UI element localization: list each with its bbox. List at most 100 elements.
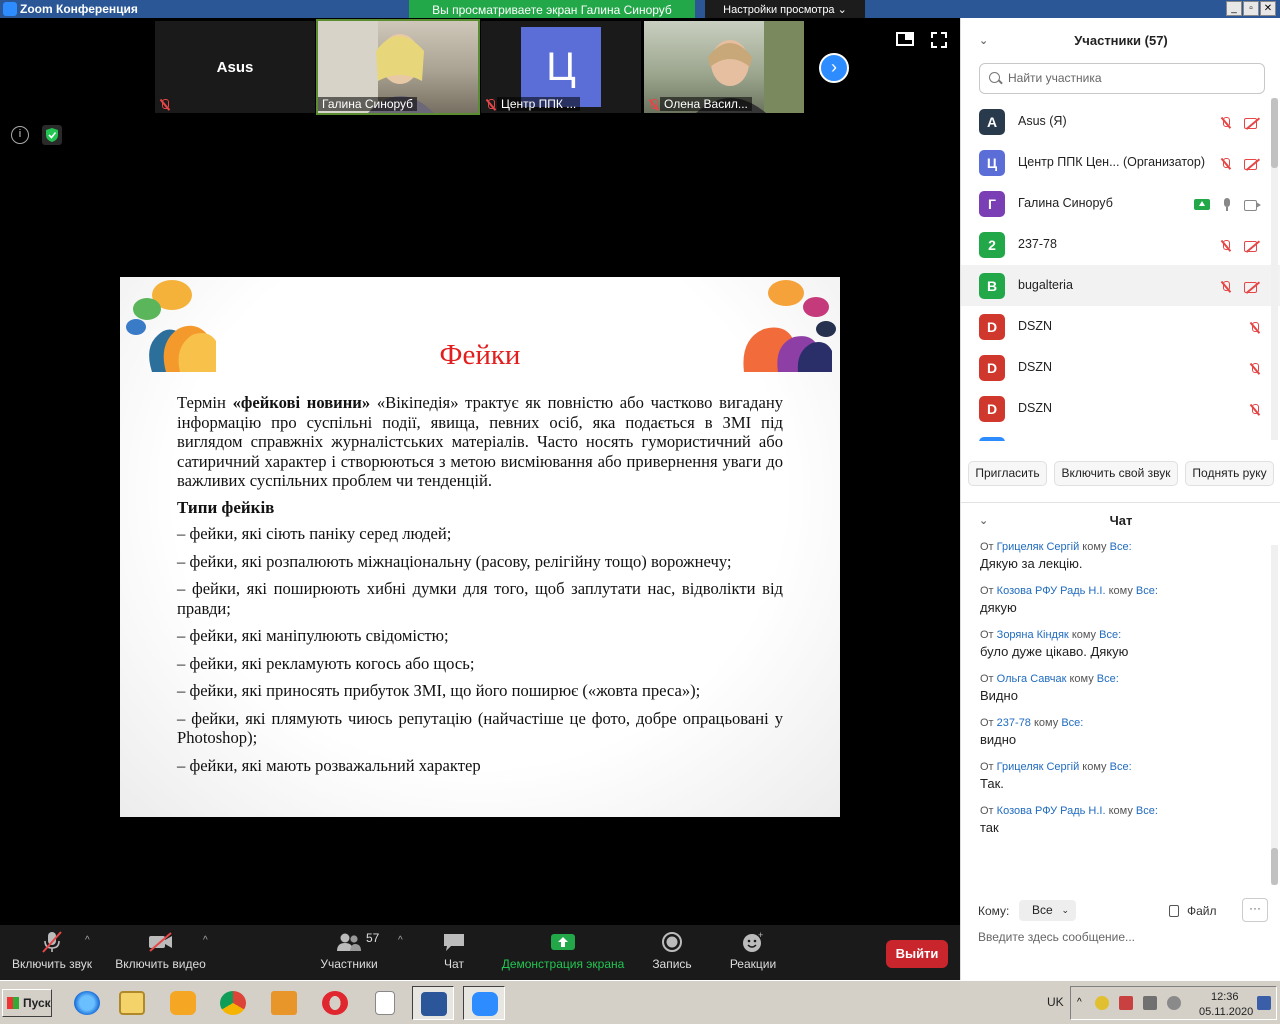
participant-row[interactable]: Ц Центр ППК Цен... (Организатор) — [961, 142, 1280, 183]
muted-mic-icon — [1249, 403, 1261, 416]
sender-name[interactable]: Козова РФУ Радь Н.І. — [997, 805, 1106, 817]
recipient-select[interactable]: Все ⌄ — [1019, 900, 1076, 921]
participant-row[interactable]: D DSZN — [961, 388, 1280, 429]
recipient-name[interactable]: Все: — [1136, 805, 1158, 817]
share-screen-button[interactable]: Демонстрация экрана — [500, 931, 626, 971]
recipient-name[interactable]: Все: — [1097, 673, 1119, 685]
collapse-chevron-icon[interactable]: ⌄ — [979, 507, 988, 535]
recipient-name[interactable]: Все: — [1061, 717, 1083, 729]
sender-name[interactable]: Грицеляк Сергій — [997, 541, 1080, 553]
sender-name[interactable]: Ольга Савчак — [997, 673, 1067, 685]
participant-row[interactable]: Г Галина Синоруб — [961, 183, 1280, 224]
tray-monitor-icon[interactable] — [1257, 996, 1271, 1010]
close-button[interactable]: ✕ — [1260, 1, 1276, 16]
participant-row[interactable]: D DSZN — [961, 347, 1280, 388]
to-word: кому — [1108, 585, 1133, 597]
language-indicator[interactable]: UK — [1047, 995, 1064, 1009]
from-word: От — [980, 673, 994, 685]
media-player-icon[interactable] — [162, 986, 204, 1020]
participant-name: 237-78 — [1018, 237, 1057, 251]
audio-options-caret-icon[interactable]: ^ — [85, 935, 90, 946]
sender-name[interactable]: Грицеляк Сергій — [997, 761, 1080, 773]
slide-title: Фейки — [439, 339, 521, 371]
network-icon[interactable] — [1119, 996, 1133, 1010]
list-item: – фейки, які рекламують когось або щось; — [177, 653, 475, 673]
blank-document-icon[interactable] — [364, 986, 406, 1020]
record-button[interactable]: Запись — [650, 931, 694, 971]
from-word: От — [980, 585, 994, 597]
fullscreen-icon[interactable] — [931, 32, 947, 48]
muted-mic-icon — [1220, 280, 1232, 293]
chat-message-input[interactable]: Введите здесь сообщение... — [978, 930, 1135, 944]
recipient-name[interactable]: Все: — [1110, 541, 1132, 553]
sender-name[interactable]: 237-78 — [997, 717, 1031, 729]
avatar: Ц — [979, 150, 1005, 176]
message-text: Так. — [980, 776, 1004, 791]
participants-label: Участники — [320, 957, 378, 971]
internet-explorer-icon[interactable] — [66, 986, 108, 1020]
video-thumbnail-center[interactable]: Ц Центр ППК ... — [481, 21, 641, 113]
sender-name[interactable]: Козова РФУ Радь Н.І. — [997, 585, 1106, 597]
list-item: – фейки, які розпалюють міжнаціональну (… — [177, 551, 732, 571]
reactions-button[interactable]: + Реакции — [728, 930, 778, 971]
gallery-view-icon[interactable] — [896, 32, 914, 46]
clock-time[interactable]: 12:36 — [1211, 991, 1239, 1003]
participants-options-caret-icon[interactable]: ^ — [398, 935, 403, 946]
maximize-button[interactable]: ▫ — [1243, 1, 1259, 16]
invite-button[interactable]: Пригласить — [968, 461, 1047, 486]
unmute-button[interactable]: Включить звук — [8, 931, 96, 971]
participants-button[interactable]: 57 Участники — [316, 931, 382, 971]
recipient-name[interactable]: Все: — [1099, 629, 1121, 641]
start-button[interactable]: Пуск — [2, 989, 52, 1017]
participant-search-input[interactable]: Найти участника — [979, 63, 1265, 94]
next-page-arrow-icon[interactable]: › — [819, 53, 849, 83]
shield-icon[interactable] — [42, 125, 62, 145]
video-thumbnail-galyna[interactable]: Галина Синоруб — [316, 19, 480, 115]
avatar: B — [979, 273, 1005, 299]
video-camera-icon — [1244, 199, 1261, 211]
start-video-button[interactable]: Включить видео — [113, 931, 208, 971]
file-explorer-icon[interactable] — [111, 986, 153, 1020]
recipient-name[interactable]: Все: — [1110, 761, 1132, 773]
video-options-caret-icon[interactable]: ^ — [203, 935, 208, 946]
recipient-name[interactable]: Все: — [1136, 585, 1158, 597]
participant-row[interactable]: I iha — [961, 429, 1280, 441]
thumbnail-name-large: Asus — [216, 59, 254, 76]
list-item: – фейки, які маніпулюють свідомістю; — [177, 626, 449, 645]
participant-name: Asus (Я) — [1018, 114, 1067, 128]
participants-panel-header: ⌄ Участники (57) — [961, 27, 1280, 55]
tray-app-icon[interactable] — [1095, 996, 1109, 1010]
participant-row[interactable]: 2 237-78 — [961, 224, 1280, 265]
tray-expand-icon[interactable]: ^ — [1077, 996, 1091, 1010]
video-thumbnail-olena[interactable]: Олена Васил... — [644, 21, 804, 113]
chat-message: От 237-78 кому Все: видно — [961, 716, 1280, 749]
share-screen-icon — [500, 931, 626, 953]
collapse-chevron-icon[interactable]: ⌄ — [979, 27, 988, 55]
participant-row[interactable]: A Asus (Я) — [961, 101, 1280, 142]
chat-scrollbar-thumb[interactable] — [1271, 848, 1278, 885]
leave-meeting-button[interactable]: Выйти — [886, 940, 948, 968]
minimize-button[interactable]: _ — [1226, 1, 1242, 16]
unmute-me-button[interactable]: Включить свой звук — [1054, 461, 1178, 486]
clock-date[interactable]: 05.11.2020 — [1199, 1006, 1253, 1018]
app-icon[interactable] — [263, 986, 305, 1020]
chat-message: От Козова РФУ Радь Н.І. кому Все: дякую — [961, 584, 1280, 617]
volume-icon[interactable] — [1167, 996, 1181, 1010]
chrome-icon[interactable] — [212, 986, 254, 1020]
opera-icon[interactable] — [314, 986, 356, 1020]
word-icon[interactable] — [412, 986, 454, 1020]
chat-button[interactable]: Чат — [436, 931, 472, 971]
zoom-taskbar-icon[interactable] — [463, 986, 505, 1020]
raise-hand-button[interactable]: Поднять руку — [1185, 461, 1274, 486]
sender-name[interactable]: Зоряна Кіндяк — [997, 629, 1069, 641]
send-file-button[interactable]: Файл — [1169, 904, 1217, 918]
participant-row[interactable]: B bugalteria — [961, 265, 1280, 306]
participant-row[interactable]: D DSZN — [961, 306, 1280, 347]
chat-more-button[interactable]: ··· — [1242, 898, 1268, 922]
video-thumbnail-asus[interactable]: Asus — [155, 21, 315, 113]
chat-scrollbar[interactable] — [1271, 545, 1278, 885]
tray-device-icon[interactable] — [1143, 996, 1157, 1010]
smiley-icon: + — [728, 930, 778, 953]
participants-scrollbar-thumb[interactable] — [1271, 98, 1278, 168]
info-icon[interactable]: i — [11, 126, 29, 144]
